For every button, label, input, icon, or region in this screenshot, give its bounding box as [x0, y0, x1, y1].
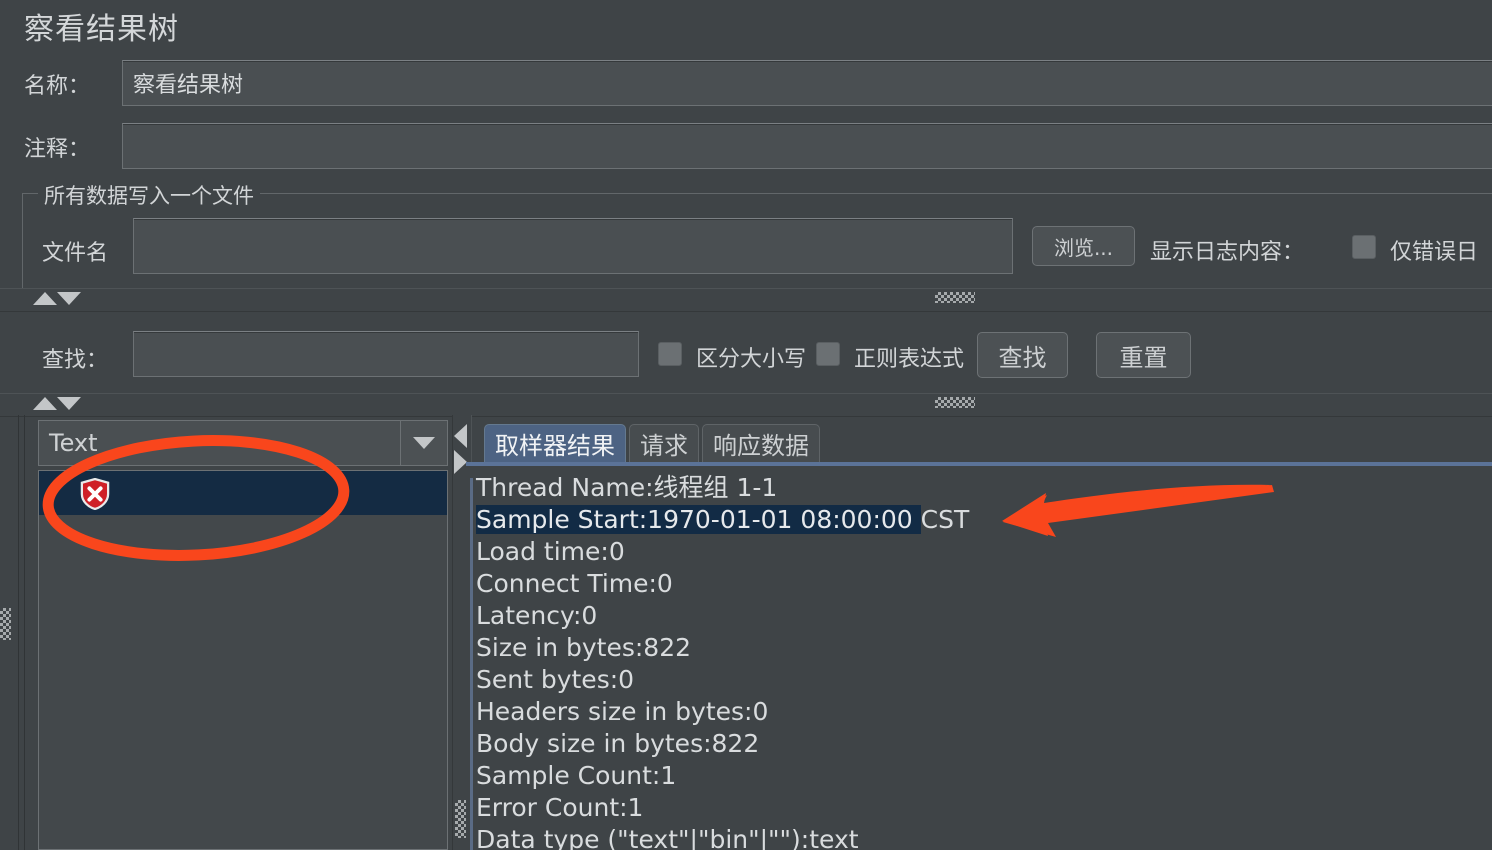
file-output-legend: 所有数据写入一个文件: [38, 180, 260, 210]
browse-button[interactable]: 浏览...: [1032, 226, 1135, 266]
error-shield-icon: [80, 478, 110, 510]
result-line-latency: Latency:0: [476, 601, 598, 630]
errors-only-checkbox[interactable]: [1352, 235, 1376, 259]
result-tabbar: 取样器结果 请求 响应数据: [484, 424, 823, 462]
splitter-top-grip[interactable]: [935, 292, 975, 303]
result-line-error-count: Error Count:1: [476, 793, 644, 822]
tab-response-data[interactable]: 响应数据: [702, 424, 820, 462]
name-input[interactable]: 察看结果树: [122, 60, 1492, 106]
renderer-combobox[interactable]: Text: [38, 420, 448, 466]
text-cursor-bar: [470, 478, 473, 850]
result-line-sample-start-selected: Sample Start:1970-01-01 08:00:00: [476, 505, 921, 534]
result-line-size-in-bytes: Size in bytes:822: [476, 633, 692, 662]
comment-label: 注释：: [24, 137, 91, 162]
name-label: 名称：: [24, 74, 91, 99]
filename-input[interactable]: [133, 218, 1013, 274]
result-line-sample-count: Sample Count:1: [476, 761, 677, 790]
result-line-sample-start-tz: CST: [920, 505, 970, 534]
log-display-label: 显示日志内容：: [1150, 240, 1305, 265]
chevron-down-icon[interactable]: [400, 421, 447, 465]
result-line-sent-bytes: Sent bytes:0: [476, 665, 635, 694]
errors-only-label: 仅错误日: [1390, 240, 1479, 265]
window-left-grip[interactable]: [0, 608, 11, 640]
splitter-middle-collapse-down-icon[interactable]: [57, 397, 81, 410]
result-line-load-time: Load time:0: [476, 537, 625, 566]
left-divider-1: [18, 415, 19, 850]
result-line-body-size: Body size in bytes:822: [476, 729, 760, 758]
page-title: 察看结果树: [24, 12, 179, 47]
comment-input[interactable]: [122, 123, 1492, 169]
splitter-top[interactable]: [0, 288, 1492, 312]
viewresults-tree-window: 察看结果树 名称： 察看结果树 注释： 所有数据写入一个文件 文件名 浏览...…: [0, 0, 1492, 850]
splitter-middle[interactable]: [0, 393, 1492, 417]
case-sensitive-label: 区分大小写: [696, 347, 807, 372]
filename-label: 文件名: [42, 241, 109, 266]
splitter-top-collapse-up-icon[interactable]: [33, 292, 57, 305]
splitter-top-collapse-down-icon[interactable]: [57, 292, 81, 305]
result-line-connect-time: Connect Time:0: [476, 569, 673, 598]
sampler-result-panel[interactable]: Thread Name:线程组 1-1 Sample Start:1970-01…: [466, 462, 1492, 850]
splitter-middle-collapse-up-icon[interactable]: [33, 397, 57, 410]
result-line-thread-name: Thread Name:线程组 1-1: [476, 473, 778, 502]
renderer-value: Text: [49, 429, 98, 457]
reset-button[interactable]: 重置: [1096, 332, 1191, 378]
splitter-middle-grip[interactable]: [935, 397, 975, 408]
tab-sampler-result[interactable]: 取样器结果: [484, 424, 626, 462]
regex-label: 正则表达式: [854, 347, 965, 372]
results-tree[interactable]: [38, 470, 448, 850]
case-sensitive-checkbox[interactable]: [658, 342, 682, 366]
search-input[interactable]: [133, 331, 639, 377]
sampler-result-text[interactable]: Thread Name:线程组 1-1 Sample Start:1970-01…: [476, 472, 1492, 850]
result-line-headers-size: Headers size in bytes:0: [476, 697, 769, 726]
result-line-data-type: Data type ("text"|"bin"|""):text: [476, 825, 859, 850]
splitter-vertical-collapse-left-icon[interactable]: [454, 424, 467, 448]
regex-checkbox[interactable]: [816, 342, 840, 366]
left-divider-2: [24, 415, 25, 850]
splitter-vertical-grip[interactable]: [455, 800, 466, 838]
search-label: 查找：: [42, 348, 109, 373]
tab-request[interactable]: 请求: [629, 424, 699, 462]
find-button[interactable]: 查找: [977, 332, 1068, 378]
